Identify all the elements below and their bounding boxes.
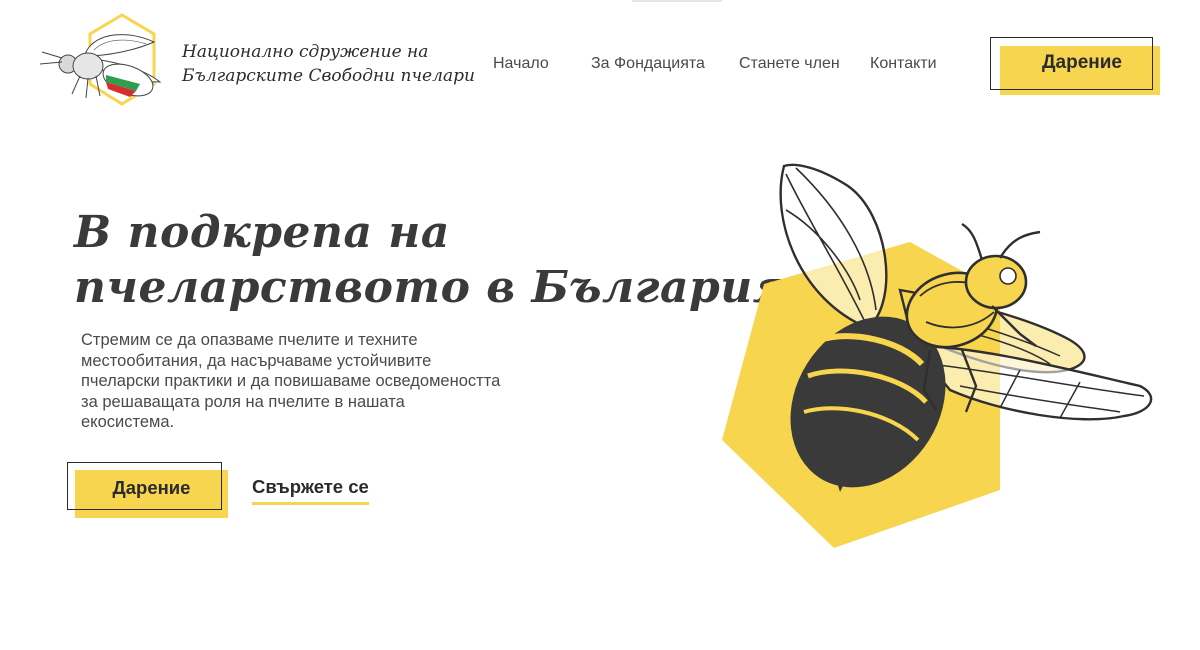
nav-item-home[interactable]: Начало (493, 55, 549, 73)
hero-donate-button[interactable]: Дарение (67, 462, 232, 520)
nav-item-membership[interactable]: Станете член (739, 55, 840, 73)
nav-item-contacts[interactable]: Контакти (870, 55, 937, 73)
header-donate-label: Дарение (1042, 52, 1122, 73)
hero-title-line-2: пчеларството в България (74, 262, 789, 313)
brand-line-1: Национално сдружение на (182, 42, 429, 62)
hero-title-line-1: В подкрепа на (74, 207, 450, 258)
header-donate-button[interactable]: Дарение (990, 37, 1162, 97)
hero-description: Стремим се да опазваме пчелите и техните… (81, 331, 501, 431)
top-divider (632, 0, 722, 2)
bee-illustration-icon (722, 163, 1153, 548)
hero-donate-label: Дарение (112, 477, 191, 498)
brand-name[interactable]: Национално сдружение на Българските Своб… (182, 40, 475, 88)
nav-item-about[interactable]: За Фондацията (591, 55, 705, 73)
bee-hexagon-logo-icon[interactable] (36, 12, 166, 112)
contact-link[interactable]: Свържете се (252, 476, 369, 505)
hero-title: В подкрепа на пчеларството в България (74, 205, 789, 315)
brand-line-2: Българските Свободни пчелари (182, 66, 475, 86)
